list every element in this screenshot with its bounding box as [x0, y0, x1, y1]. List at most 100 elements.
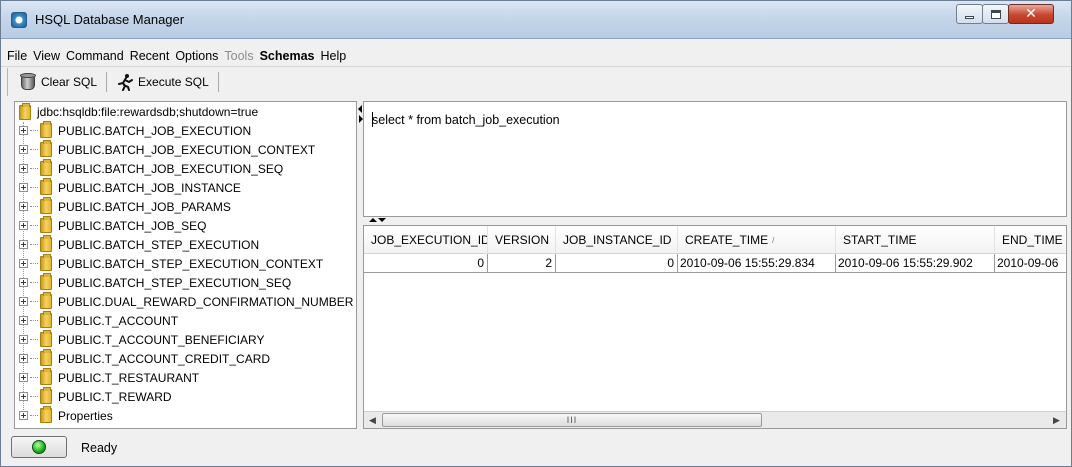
expand-icon[interactable] [19, 297, 28, 306]
tree-item[interactable]: PUBLIC.BATCH_JOB_INSTANCE [19, 178, 241, 197]
grid-header: JOB_EXECUTION_ID VERSION JOB_INSTANCE_ID… [364, 226, 1066, 254]
collapse-up-icon[interactable] [369, 218, 377, 222]
scroll-grip-icon: III [566, 415, 578, 425]
menu-command[interactable]: Command [66, 49, 124, 63]
tree-item-label: PUBLIC.DUAL_REWARD_CONFIRMATION_NUMBER [58, 294, 354, 309]
maximize-button[interactable] [982, 4, 1009, 24]
sort-indicator-icon: / [772, 235, 775, 245]
status-indicator-button[interactable] [11, 436, 67, 458]
app-window: HSQL Database Manager ✕ File View Comman… [0, 0, 1072, 467]
horizontal-splitter[interactable] [363, 217, 1067, 225]
table-cell[interactable]: 2010-09-06 [995, 254, 1066, 273]
menu-view[interactable]: View [33, 49, 60, 63]
menu-tools[interactable]: Tools [224, 49, 253, 63]
expand-icon[interactable] [19, 183, 28, 192]
results-grid[interactable]: JOB_EXECUTION_ID VERSION JOB_INSTANCE_ID… [363, 225, 1067, 429]
expand-icon[interactable] [19, 392, 28, 401]
folder-icon [40, 368, 52, 385]
status-bar: Ready [1, 433, 1071, 466]
tree-item[interactable]: PUBLIC.BATCH_JOB_EXECUTION_SEQ [19, 159, 283, 178]
tree-item-label: PUBLIC.T_REWARD [58, 389, 172, 404]
expand-icon[interactable] [19, 240, 28, 249]
expand-icon[interactable] [19, 202, 28, 211]
expand-icon[interactable] [19, 354, 28, 363]
menu-options[interactable]: Options [175, 49, 218, 63]
tree-item[interactable]: PUBLIC.T_ACCOUNT_BENEFICIARY [19, 330, 265, 349]
scroll-left-icon[interactable]: ◀ [364, 412, 381, 428]
table-cell[interactable]: 2 [488, 254, 556, 273]
menu-file[interactable]: File [7, 49, 27, 63]
column-header[interactable]: VERSION [488, 226, 556, 254]
expand-icon[interactable] [19, 373, 28, 382]
column-header[interactable]: JOB_EXECUTION_ID [364, 226, 488, 254]
tree-root-connection[interactable]: jdbc:hsqldb:file:rewardsdb;shutdown=true [19, 102, 258, 120]
menu-help[interactable]: Help [321, 49, 347, 63]
tree-item[interactable]: PUBLIC.BATCH_JOB_EXECUTION_CONTEXT [19, 140, 315, 159]
tree-item[interactable]: PUBLIC.T_RESTAURANT [19, 368, 199, 387]
expand-icon[interactable] [19, 145, 28, 154]
toolbar: Clear SQL Execute SQL [7, 68, 224, 96]
minimize-button[interactable] [956, 4, 983, 24]
menu-schemas[interactable]: Schemas [260, 49, 315, 63]
expand-icon[interactable] [19, 221, 28, 230]
table-cell[interactable]: 2010-09-06 15:55:29.834 [678, 254, 836, 273]
horizontal-scrollbar[interactable]: ◀ III ▶ [364, 411, 1066, 428]
folder-icon [40, 216, 52, 233]
tree-item[interactable]: Properties [19, 406, 113, 425]
folder-icon [40, 178, 52, 195]
execute-sql-label: Execute SQL [138, 75, 209, 89]
expand-icon[interactable] [19, 316, 28, 325]
clear-sql-button[interactable]: Clear SQL [16, 71, 101, 93]
tree-item[interactable]: PUBLIC.T_REWARD [19, 387, 172, 406]
column-header-sorted[interactable]: CREATE_TIME / [678, 226, 836, 254]
expand-icon[interactable] [19, 278, 28, 287]
table-cell[interactable]: 0 [364, 254, 488, 273]
tree-item[interactable]: PUBLIC.BATCH_JOB_SEQ [19, 216, 207, 235]
expand-icon[interactable] [19, 164, 28, 173]
folder-icon [40, 292, 52, 309]
column-header[interactable]: START_TIME [836, 226, 995, 254]
folder-icon [40, 349, 52, 366]
folder-icon [40, 121, 52, 138]
folder-icon [40, 311, 52, 328]
table-row[interactable]: 0 2 0 2010-09-06 15:55:29.834 2010-09-06… [364, 254, 1066, 273]
toolbar-separator [106, 72, 108, 92]
tree-item[interactable]: PUBLIC.BATCH_STEP_EXECUTION_CONTEXT [19, 254, 323, 273]
column-header-label: START_TIME [843, 233, 917, 247]
tree-item[interactable]: PUBLIC.DUAL_REWARD_CONFIRMATION_NUMBER [19, 292, 353, 311]
tree-item[interactable]: PUBLIC.T_ACCOUNT_CREDIT_CARD [19, 349, 270, 368]
table-cell[interactable]: 2010-09-06 15:55:29.902 [836, 254, 995, 273]
column-header-label: VERSION [495, 233, 550, 247]
tree-item[interactable]: PUBLIC.BATCH_JOB_EXECUTION [19, 121, 251, 140]
folder-icon [40, 254, 52, 271]
schema-tree[interactable]: jdbc:hsqldb:file:rewardsdb;shutdown=true… [14, 101, 357, 429]
column-header[interactable]: JOB_INSTANCE_ID [556, 226, 678, 254]
minimize-icon [965, 16, 974, 19]
collapse-left-icon[interactable] [358, 105, 362, 113]
maximize-icon [990, 9, 1001, 19]
tree-item[interactable]: PUBLIC.T_ACCOUNT [19, 311, 178, 330]
status-light-icon [32, 440, 46, 454]
folder-icon [40, 406, 52, 423]
column-header[interactable]: END_TIME [995, 226, 1066, 254]
table-cell[interactable]: 0 [556, 254, 678, 273]
sql-editor[interactable]: select * from batch_job_execution [363, 101, 1067, 217]
scroll-thumb[interactable]: III [382, 413, 762, 427]
expand-icon[interactable] [19, 126, 28, 135]
menu-recent[interactable]: Recent [130, 49, 170, 63]
sql-editor-text: select * from batch_job_execution [372, 113, 560, 127]
folder-icon [19, 102, 31, 120]
expand-icon[interactable] [19, 259, 28, 268]
expand-icon[interactable] [19, 411, 28, 420]
tree-item[interactable]: PUBLIC.BATCH_STEP_EXECUTION_SEQ [19, 273, 291, 292]
column-header-label: END_TIME [1002, 233, 1063, 247]
close-icon: ✕ [1025, 6, 1037, 22]
scroll-right-icon[interactable]: ▶ [1048, 412, 1065, 428]
close-button[interactable]: ✕ [1008, 4, 1054, 24]
tree-item[interactable]: PUBLIC.BATCH_STEP_EXECUTION [19, 235, 259, 254]
folder-icon [40, 235, 52, 252]
collapse-down-icon[interactable] [378, 218, 386, 222]
expand-icon[interactable] [19, 335, 28, 344]
tree-item[interactable]: PUBLIC.BATCH_JOB_PARAMS [19, 197, 231, 216]
execute-sql-button[interactable]: Execute SQL [112, 71, 213, 93]
